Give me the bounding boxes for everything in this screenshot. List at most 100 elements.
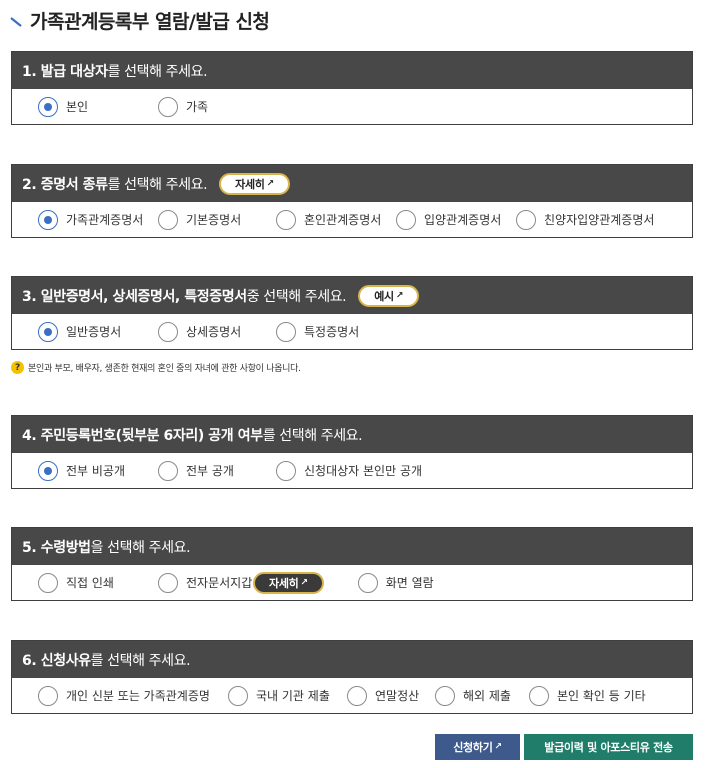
radio-circle[interactable] [38, 96, 58, 117]
send-apostille-button[interactable]: 발급이력 및 아포스티유 전송 [524, 734, 693, 760]
radio-identity[interactable]: 개인 신분 또는 가족관계증명 [38, 685, 228, 706]
radio-group-disclosure: 전부 비공개 전부 공개 신청대상자 본인만 공개 [12, 453, 692, 488]
details-button[interactable]: 자세히 ↗ [219, 172, 290, 195]
radio-general[interactable]: 일반증명서 [38, 321, 158, 342]
radio-family[interactable]: 가족 [158, 96, 209, 117]
radio-label: 연말정산 [375, 689, 420, 703]
radio-self[interactable]: 본인 [38, 96, 158, 117]
radio-circle[interactable] [38, 460, 58, 481]
radio-circle[interactable] [276, 209, 296, 230]
section-heading-rest: 를 선택해 주세요. [262, 427, 363, 444]
radio-all-public[interactable]: 전부 공개 [158, 460, 276, 481]
radio-label: 가족관계증명서 [66, 213, 144, 227]
radio-circle[interactable] [38, 321, 58, 342]
section-heading-bold: 5. 수령방법 [22, 539, 91, 556]
radio-group-target: 본인 가족 [12, 89, 692, 124]
external-link-icon: ↗ [300, 577, 308, 588]
section-heading-rest: 를 선택해 주세요. [107, 63, 208, 80]
apply-button[interactable]: 신청하기 ↗ [435, 734, 520, 760]
radio-label: 전자문서지갑 [186, 576, 253, 590]
external-link-icon: ↗ [266, 178, 275, 189]
section-heading-rest: 을 선택해 주세요. [90, 539, 191, 556]
radio-circle[interactable] [396, 209, 416, 230]
radio-direct-print[interactable]: 직접 인쇄 [38, 572, 158, 593]
section-heading-bold: 6. 신청사유 [22, 652, 91, 669]
section-heading-bold: 1. 발급 대상자 [22, 63, 108, 80]
radio-label: 본인 [66, 100, 89, 114]
radio-circle[interactable] [38, 685, 58, 706]
radio-circle[interactable] [38, 209, 58, 230]
radio-other[interactable]: 본인 확인 등 기타 [529, 685, 646, 706]
radio-label: 입양관계증명서 [424, 213, 502, 227]
radio-circle[interactable] [529, 685, 549, 706]
help-icon: ? [11, 361, 24, 374]
radio-specific[interactable]: 특정증명서 [276, 321, 360, 342]
section-heading-rest: 를 선택해 주세요. [90, 652, 191, 669]
radio-circle[interactable] [228, 685, 248, 706]
radio-adoption[interactable]: 입양관계증명서 [396, 209, 516, 230]
section-heading-rest: 를 선택해 주세요. [107, 176, 208, 193]
radio-label: 전부 공개 [186, 464, 234, 478]
radio-circle[interactable] [357, 572, 378, 593]
radio-basic[interactable]: 기본증명서 [158, 209, 276, 230]
radio-group-receive: 직접 인쇄 전자문서지갑 자세히 ↗ 화면 열람 [12, 565, 692, 600]
radio-detailed[interactable]: 상세증명서 [158, 321, 276, 342]
radio-label: 기본증명서 [186, 213, 242, 227]
external-link-icon: ↗ [395, 290, 404, 301]
page-title-text: 가족관계등록부 열람/발급 신청 [30, 10, 270, 33]
radio-screen-view[interactable]: 화면 열람 [357, 572, 434, 593]
example-button[interactable]: 예시 ↗ [358, 284, 420, 307]
section-certificate-detail: 3. 일반증명서, 상세증명서, 특정증명서 중 선택해 주세요. 예시 ↗ 일반… [11, 276, 693, 350]
section-header: 5. 수령방법 을 선택해 주세요. [12, 528, 692, 565]
radio-circle[interactable] [158, 460, 178, 481]
help-note-text: 본인과 부모, 배우자, 생존한 현재의 혼인 중의 자녀에 관한 사항이 나옵… [28, 364, 301, 374]
section-certificate-type: 2. 증명서 종류 를 선택해 주세요. 자세히 ↗ 가족관계증명서 기본증명서 혼… [11, 164, 693, 238]
radio-label: 국내 기관 제출 [256, 689, 330, 703]
page-title: 가족관계등록부 열람/발급 신청 [10, 6, 270, 34]
section-heading-rest: 중 선택해 주세요. [246, 288, 347, 305]
radio-label: 가족 [186, 100, 209, 114]
radio-family-relation[interactable]: 가족관계증명서 [38, 209, 158, 230]
radio-all-private[interactable]: 전부 비공개 [38, 460, 158, 481]
section-header: 3. 일반증명서, 상세증명서, 특정증명서 중 선택해 주세요. 예시 ↗ [12, 277, 692, 314]
wallet-details-button[interactable]: 자세히 ↗ [253, 571, 324, 594]
radio-year-end-tax[interactable]: 연말정산 [347, 685, 435, 706]
radio-circle[interactable] [276, 321, 296, 342]
section-receive-method: 5. 수령방법 을 선택해 주세요. 직접 인쇄 전자문서지갑 자세히 ↗ 화면 열… [11, 527, 693, 601]
radio-circle[interactable] [158, 209, 178, 230]
radio-label: 혼인관계증명서 [304, 213, 382, 227]
radio-circle[interactable] [276, 460, 296, 481]
radio-overseas[interactable]: 해외 제출 [435, 685, 529, 706]
radio-circle[interactable] [158, 321, 178, 342]
radio-group-detail: 일반증명서 상세증명서 특정증명서 [12, 314, 692, 349]
radio-label: 상세증명서 [186, 325, 242, 339]
radio-e-wallet[interactable]: 전자문서지갑 [158, 572, 253, 593]
section-reason: 6. 신청사유 를 선택해 주세요. 개인 신분 또는 가족관계증명 국내 기관 … [11, 640, 693, 714]
radio-full-adoption[interactable]: 친양자입양관계증명서 [516, 209, 655, 230]
pill-label: 자세히 [235, 177, 265, 191]
radio-circle[interactable] [347, 685, 367, 706]
section-rrn-disclosure: 4. 주민등록번호(뒷부분 6자리) 공개 여부 를 선택해 주세요. 전부 비공… [11, 415, 693, 489]
pill-label: 자세히 [269, 576, 299, 590]
section-header: 2. 증명서 종류 를 선택해 주세요. 자세히 ↗ [12, 165, 692, 202]
section-header: 1. 발급 대상자 를 선택해 주세요. [12, 52, 692, 89]
section-heading-bold: 3. 일반증명서, 상세증명서, 특정증명서 [22, 288, 247, 305]
radio-label: 신청대상자 본인만 공개 [304, 464, 423, 478]
radio-circle[interactable] [158, 572, 178, 593]
external-link-icon: ↗ [494, 742, 503, 752]
radio-self-only-public[interactable]: 신청대상자 본인만 공개 [276, 460, 423, 481]
radio-circle[interactable] [435, 685, 455, 706]
radio-label: 개인 신분 또는 가족관계증명 [66, 689, 210, 703]
section-heading-bold: 2. 증명서 종류 [22, 176, 108, 193]
radio-circle[interactable] [158, 96, 178, 117]
radio-label: 친양자입양관계증명서 [544, 213, 655, 227]
radio-circle[interactable] [38, 572, 58, 593]
radio-domestic-agency[interactable]: 국내 기관 제출 [228, 685, 347, 706]
radio-group-reason: 개인 신분 또는 가족관계증명 국내 기관 제출 연말정산 해외 제출 본인 확… [12, 678, 692, 713]
radio-label: 특정증명서 [304, 325, 360, 339]
radio-group-certificate: 가족관계증명서 기본증명서 혼인관계증명서 입양관계증명서 친양자입양관계증명서 [12, 202, 692, 237]
section-header: 6. 신청사유 를 선택해 주세요. [12, 641, 692, 678]
radio-circle[interactable] [516, 209, 536, 230]
title-slash-icon [10, 17, 22, 27]
radio-marriage[interactable]: 혼인관계증명서 [276, 209, 396, 230]
